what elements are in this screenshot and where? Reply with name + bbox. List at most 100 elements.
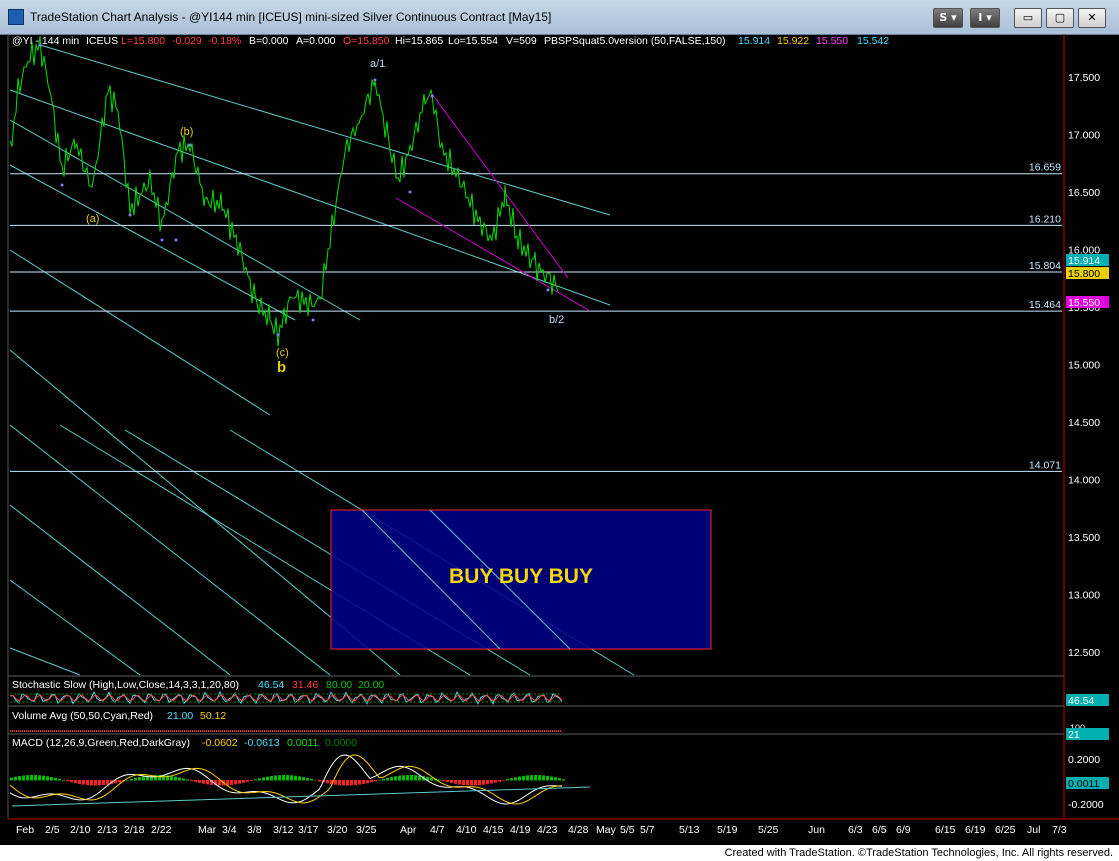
- macd-bar: [106, 780, 109, 785]
- macd-bar: [334, 780, 337, 785]
- macd-bar: [170, 776, 173, 781]
- time-tick: 4/10: [456, 824, 477, 836]
- chart-window: TradeStation Chart Analysis - @YI144 min…: [0, 0, 1119, 845]
- axis-tag-15550: 15.550: [1068, 297, 1100, 309]
- macd-bar: [534, 775, 537, 781]
- macd-bar: [130, 778, 133, 781]
- macd-bar: [458, 780, 461, 785]
- macd-bar: [278, 775, 281, 781]
- macd-tick: 0.2000: [1068, 754, 1100, 766]
- pivot-marker: [430, 94, 434, 98]
- macd-v4: 0.0000: [325, 737, 357, 749]
- macd-bar: [446, 780, 449, 783]
- macd-bar: [454, 780, 457, 784]
- volume-v1: 21.00: [167, 710, 193, 722]
- macd-bar: [190, 780, 193, 781]
- macd-bar: [138, 777, 141, 781]
- macd-bar: [326, 780, 329, 784]
- wave-label-c: (c): [276, 347, 289, 359]
- time-tick: Feb: [16, 824, 34, 836]
- macd-bar: [74, 780, 77, 784]
- macd-bar: [18, 776, 21, 781]
- time-tick: 4/19: [510, 824, 531, 836]
- volume-header: Volume Avg (50,50,Cyan,Red) 21.00 50.12: [12, 710, 226, 722]
- i-button[interactable]: I ▾: [970, 8, 1000, 28]
- app-icon: [8, 9, 24, 25]
- stoch-v2: 31.46: [292, 679, 318, 691]
- macd-bar: [282, 775, 285, 781]
- header-bid: B=0.000: [249, 35, 289, 47]
- macd-bar: [270, 775, 273, 781]
- macd-bar: [82, 780, 85, 785]
- stoch-v3: 80.00: [326, 679, 352, 691]
- macd-bar: [502, 780, 505, 781]
- price-tick: 13.500: [1068, 532, 1100, 544]
- header-volume: V=509: [506, 35, 537, 47]
- macd-v3: 0.0011: [287, 737, 318, 749]
- time-tick: 2/13: [97, 824, 118, 836]
- close-icon[interactable]: ✕: [1078, 8, 1106, 28]
- macd-bar: [370, 780, 373, 783]
- macd-bar: [414, 775, 417, 781]
- macd-bar: [438, 779, 441, 781]
- macd-bar: [510, 778, 513, 781]
- macd-bar: [530, 775, 533, 781]
- time-tick: 3/17: [298, 824, 319, 836]
- level-label: 16.659: [1029, 162, 1061, 174]
- header-v2: 15.922: [777, 35, 809, 47]
- time-tick: 2/10: [70, 824, 91, 836]
- wave-label-a: (a): [86, 213, 99, 225]
- macd-bar: [142, 776, 145, 781]
- macd-bar: [410, 775, 413, 781]
- macd-bar: [286, 775, 289, 781]
- volume-v2: 50.12: [200, 710, 226, 722]
- time-tick: Jun: [808, 824, 825, 836]
- volume-axis-tag: 21: [1068, 729, 1080, 741]
- macd-bar: [238, 780, 241, 784]
- price-tick: 13.000: [1068, 590, 1100, 602]
- channel-line: [39, 44, 611, 216]
- time-tick: 4/7: [430, 824, 445, 836]
- macd-bar: [346, 780, 349, 786]
- macd-bar: [318, 780, 321, 782]
- channel-line: [9, 647, 81, 676]
- macd-bar: [174, 776, 177, 781]
- s-button[interactable]: S ▾: [933, 8, 963, 28]
- macd-bar: [498, 780, 501, 782]
- macd-bar: [366, 780, 369, 784]
- macd-bar: [486, 780, 489, 785]
- macd-bar: [126, 779, 129, 781]
- time-tick: 6/19: [965, 824, 986, 836]
- price-tick: 15.000: [1068, 360, 1100, 372]
- minimize-icon[interactable]: ▭: [1014, 8, 1042, 28]
- chevron-down-icon: ▾: [986, 11, 992, 24]
- macd-bar: [62, 779, 65, 781]
- macd-bar: [306, 778, 309, 781]
- channel-line: [9, 579, 141, 676]
- stoch-title: Stochastic Slow (High,Low,Close,14,3,3,1…: [12, 679, 239, 691]
- time-tick: 5/5: [620, 824, 635, 836]
- time-tick: 7/3: [1052, 824, 1067, 836]
- pivot-marker: [188, 143, 192, 147]
- macd-bar: [262, 777, 265, 781]
- macd-bar: [538, 775, 541, 781]
- price-chart[interactable]: 16.659 16.210 15.804 15.464 14.071 (a) (b) (…: [0, 34, 1119, 845]
- time-tick: 3/20: [327, 824, 348, 836]
- macd-bar: [50, 777, 53, 781]
- macd-bar: [186, 779, 189, 781]
- macd-bar: [390, 776, 393, 781]
- stoch-axis-tag: 46.54: [1068, 695, 1094, 707]
- maximize-icon[interactable]: ▢: [1046, 8, 1074, 28]
- macd-bar: [406, 775, 409, 781]
- macd-bar: [562, 779, 565, 781]
- macd-bar: [362, 780, 365, 784]
- macd-bar: [34, 775, 37, 781]
- macd-bar: [466, 780, 469, 786]
- macd-bar: [382, 778, 385, 781]
- macd-bar: [442, 780, 445, 782]
- pivot-marker: [160, 238, 164, 242]
- title-bar[interactable]: TradeStation Chart Analysis - @YI144 min…: [0, 0, 1119, 35]
- macd-bar: [54, 777, 57, 781]
- macd-bar: [490, 780, 493, 784]
- macd-bar: [518, 776, 521, 781]
